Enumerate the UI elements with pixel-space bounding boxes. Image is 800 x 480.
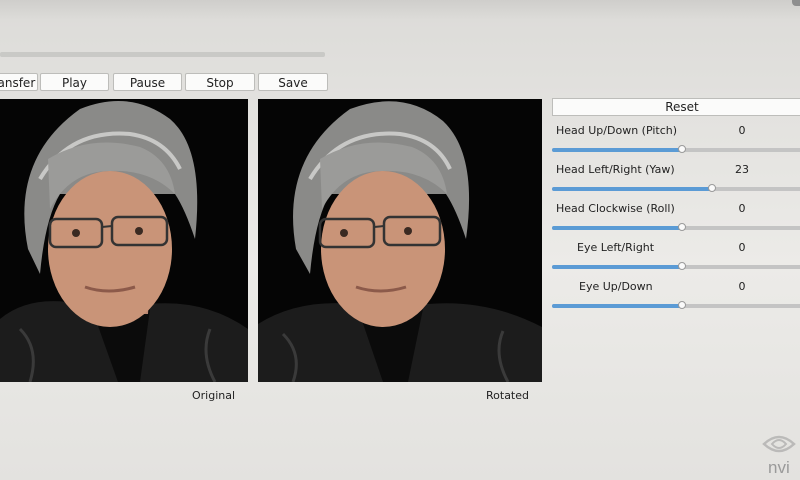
pitch-slider[interactable] bbox=[552, 145, 800, 153]
rotated-image bbox=[258, 99, 542, 382]
play-button[interactable]: Play bbox=[40, 73, 109, 91]
reset-button[interactable]: Reset bbox=[552, 98, 800, 116]
pitch-slider-handle[interactable] bbox=[678, 145, 686, 153]
roll-label: Head Clockwise (Roll) bbox=[556, 202, 675, 215]
rotated-portrait bbox=[258, 101, 542, 382]
eye-up-down-slider-handle[interactable] bbox=[678, 301, 686, 309]
roll-slider[interactable] bbox=[552, 223, 800, 231]
pitch-slider-fill bbox=[552, 148, 682, 152]
transfer-button-label: Transfer bbox=[0, 76, 36, 90]
roll-value: 0 bbox=[738, 202, 746, 215]
pause-button[interactable]: Pause bbox=[113, 73, 182, 91]
roll-slider-fill bbox=[552, 226, 682, 230]
original-image bbox=[0, 99, 248, 382]
window-corner-control[interactable] bbox=[792, 0, 800, 6]
eye-left-right-label: Eye Left/Right bbox=[577, 241, 655, 254]
transfer-button[interactable]: Transfer bbox=[0, 73, 38, 91]
yaw-value: 23 bbox=[735, 163, 749, 176]
watermark-text: nvi bbox=[768, 458, 790, 477]
pitch-value: 0 bbox=[738, 124, 746, 137]
stop-button[interactable]: Stop bbox=[185, 73, 255, 91]
eye-up-down-value: 0 bbox=[738, 280, 746, 293]
save-button[interactable]: Save bbox=[258, 73, 328, 91]
pitch-label: Head Up/Down (Pitch) bbox=[556, 124, 678, 137]
yaw-slider-fill bbox=[552, 187, 712, 191]
eye-left-right-value: 0 bbox=[738, 241, 746, 254]
eye-left-right-slider-handle[interactable] bbox=[678, 262, 686, 270]
eye-left-right-slider[interactable] bbox=[552, 262, 800, 270]
yaw-slider[interactable] bbox=[552, 184, 800, 192]
nvidia-eye-icon bbox=[762, 435, 796, 453]
eye-up-down-slider[interactable] bbox=[552, 301, 800, 309]
rotated-caption: Rotated bbox=[486, 389, 529, 402]
original-portrait bbox=[0, 101, 248, 382]
playback-progress-bar[interactable] bbox=[0, 52, 325, 57]
roll-slider-handle[interactable] bbox=[678, 223, 686, 231]
eye-left-right-slider-fill bbox=[552, 265, 682, 269]
eye-up-down-slider-fill bbox=[552, 304, 682, 308]
original-caption: Original bbox=[192, 389, 236, 402]
eye-up-down-label: Eye Up/Down bbox=[579, 280, 653, 293]
yaw-label: Head Left/Right (Yaw) bbox=[556, 163, 675, 176]
yaw-slider-handle[interactable] bbox=[707, 184, 716, 192]
window-top-bar bbox=[0, 0, 800, 20]
